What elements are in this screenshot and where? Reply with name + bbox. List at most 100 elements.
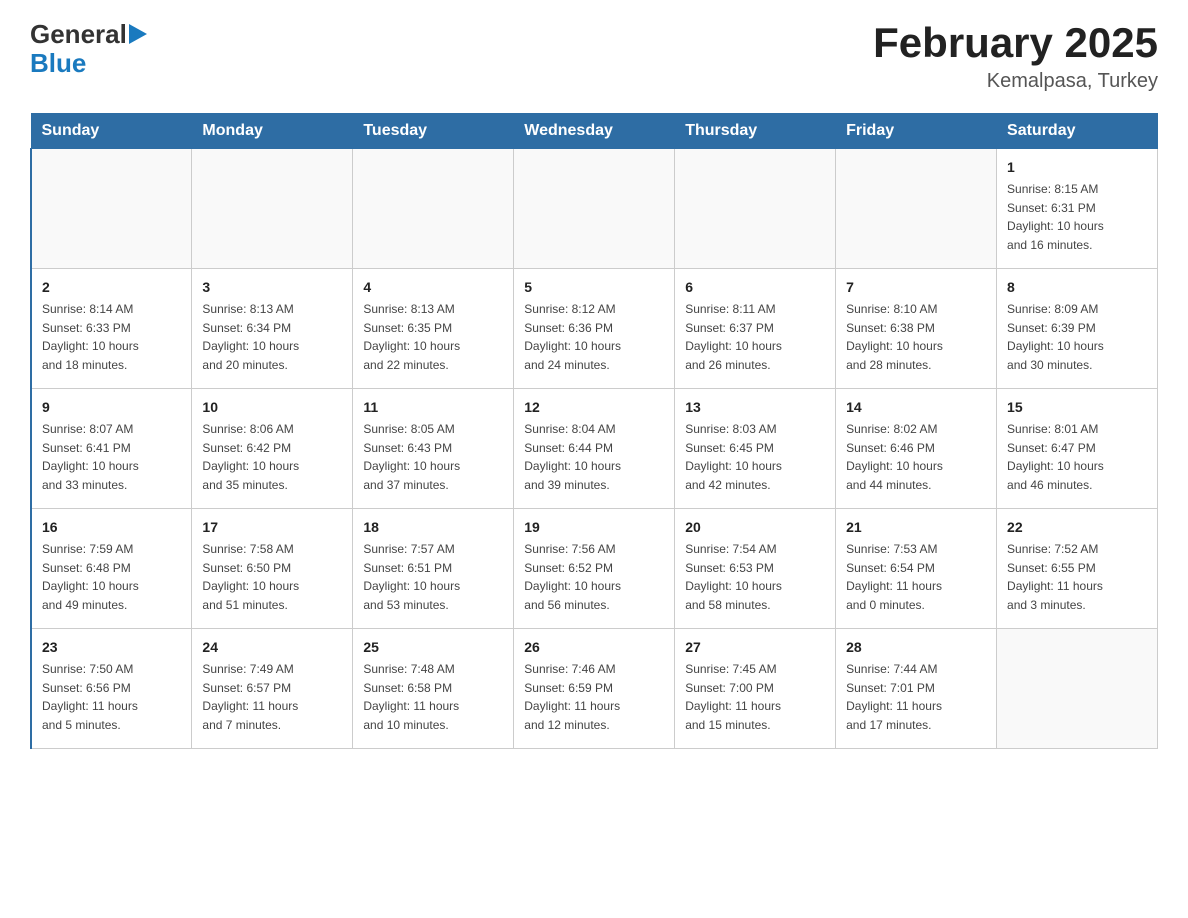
calendar-week-row: 9Sunrise: 8:07 AMSunset: 6:41 PMDaylight… bbox=[31, 389, 1158, 509]
col-wednesday: Wednesday bbox=[514, 114, 675, 149]
day-number: 18 bbox=[363, 517, 503, 538]
day-number: 6 bbox=[685, 277, 825, 298]
table-row: 26Sunrise: 7:46 AMSunset: 6:59 PMDayligh… bbox=[514, 629, 675, 749]
day-number: 25 bbox=[363, 637, 503, 658]
day-info: Sunrise: 7:45 AMSunset: 7:00 PMDaylight:… bbox=[685, 660, 825, 734]
table-row: 22Sunrise: 7:52 AMSunset: 6:55 PMDayligh… bbox=[997, 509, 1158, 629]
day-info: Sunrise: 8:05 AMSunset: 6:43 PMDaylight:… bbox=[363, 420, 503, 494]
calendar-week-row: 1Sunrise: 8:15 AMSunset: 6:31 PMDaylight… bbox=[31, 149, 1158, 269]
day-number: 27 bbox=[685, 637, 825, 658]
calendar-week-row: 2Sunrise: 8:14 AMSunset: 6:33 PMDaylight… bbox=[31, 269, 1158, 389]
calendar-week-row: 23Sunrise: 7:50 AMSunset: 6:56 PMDayligh… bbox=[31, 629, 1158, 749]
day-info: Sunrise: 8:06 AMSunset: 6:42 PMDaylight:… bbox=[202, 420, 342, 494]
table-row: 12Sunrise: 8:04 AMSunset: 6:44 PMDayligh… bbox=[514, 389, 675, 509]
col-tuesday: Tuesday bbox=[353, 114, 514, 149]
day-number: 22 bbox=[1007, 517, 1147, 538]
day-number: 24 bbox=[202, 637, 342, 658]
calendar-subtitle: Kemalpasa, Turkey bbox=[873, 70, 1158, 93]
table-row: 5Sunrise: 8:12 AMSunset: 6:36 PMDaylight… bbox=[514, 269, 675, 389]
day-number: 10 bbox=[202, 397, 342, 418]
day-info: Sunrise: 7:59 AMSunset: 6:48 PMDaylight:… bbox=[42, 540, 181, 614]
col-friday: Friday bbox=[836, 114, 997, 149]
day-number: 17 bbox=[202, 517, 342, 538]
day-info: Sunrise: 7:50 AMSunset: 6:56 PMDaylight:… bbox=[42, 660, 181, 734]
table-row: 8Sunrise: 8:09 AMSunset: 6:39 PMDaylight… bbox=[997, 269, 1158, 389]
table-row: 18Sunrise: 7:57 AMSunset: 6:51 PMDayligh… bbox=[353, 509, 514, 629]
day-number: 21 bbox=[846, 517, 986, 538]
day-number: 23 bbox=[42, 637, 181, 658]
day-info: Sunrise: 7:57 AMSunset: 6:51 PMDaylight:… bbox=[363, 540, 503, 614]
day-number: 12 bbox=[524, 397, 664, 418]
table-row: 27Sunrise: 7:45 AMSunset: 7:00 PMDayligh… bbox=[675, 629, 836, 749]
table-row: 10Sunrise: 8:06 AMSunset: 6:42 PMDayligh… bbox=[192, 389, 353, 509]
day-info: Sunrise: 7:52 AMSunset: 6:55 PMDaylight:… bbox=[1007, 540, 1147, 614]
table-row bbox=[192, 149, 353, 269]
table-row: 25Sunrise: 7:48 AMSunset: 6:58 PMDayligh… bbox=[353, 629, 514, 749]
day-number: 26 bbox=[524, 637, 664, 658]
day-info: Sunrise: 8:14 AMSunset: 6:33 PMDaylight:… bbox=[42, 300, 181, 374]
title-area: February 2025 Kemalpasa, Turkey bbox=[873, 20, 1158, 93]
calendar-title: February 2025 bbox=[873, 20, 1158, 66]
day-number: 1 bbox=[1007, 157, 1147, 178]
col-thursday: Thursday bbox=[675, 114, 836, 149]
logo-blue: Blue bbox=[30, 48, 86, 78]
table-row: 24Sunrise: 7:49 AMSunset: 6:57 PMDayligh… bbox=[192, 629, 353, 749]
day-info: Sunrise: 7:46 AMSunset: 6:59 PMDaylight:… bbox=[524, 660, 664, 734]
day-info: Sunrise: 7:53 AMSunset: 6:54 PMDaylight:… bbox=[846, 540, 986, 614]
day-number: 15 bbox=[1007, 397, 1147, 418]
day-info: Sunrise: 8:10 AMSunset: 6:38 PMDaylight:… bbox=[846, 300, 986, 374]
table-row: 9Sunrise: 8:07 AMSunset: 6:41 PMDaylight… bbox=[31, 389, 192, 509]
day-number: 11 bbox=[363, 397, 503, 418]
table-row: 15Sunrise: 8:01 AMSunset: 6:47 PMDayligh… bbox=[997, 389, 1158, 509]
table-row: 14Sunrise: 8:02 AMSunset: 6:46 PMDayligh… bbox=[836, 389, 997, 509]
day-info: Sunrise: 7:44 AMSunset: 7:01 PMDaylight:… bbox=[846, 660, 986, 734]
day-info: Sunrise: 8:09 AMSunset: 6:39 PMDaylight:… bbox=[1007, 300, 1147, 374]
page-header: General Blue February 2025 Kemalpasa, Tu… bbox=[30, 20, 1158, 93]
day-number: 8 bbox=[1007, 277, 1147, 298]
day-info: Sunrise: 8:13 AMSunset: 6:35 PMDaylight:… bbox=[363, 300, 503, 374]
table-row: 20Sunrise: 7:54 AMSunset: 6:53 PMDayligh… bbox=[675, 509, 836, 629]
table-row: 21Sunrise: 7:53 AMSunset: 6:54 PMDayligh… bbox=[836, 509, 997, 629]
table-row: 28Sunrise: 7:44 AMSunset: 7:01 PMDayligh… bbox=[836, 629, 997, 749]
day-info: Sunrise: 8:13 AMSunset: 6:34 PMDaylight:… bbox=[202, 300, 342, 374]
table-row: 11Sunrise: 8:05 AMSunset: 6:43 PMDayligh… bbox=[353, 389, 514, 509]
calendar-header-row: Sunday Monday Tuesday Wednesday Thursday… bbox=[31, 114, 1158, 149]
day-info: Sunrise: 8:01 AMSunset: 6:47 PMDaylight:… bbox=[1007, 420, 1147, 494]
logo-arrow-icon bbox=[129, 24, 147, 44]
col-saturday: Saturday bbox=[997, 114, 1158, 149]
day-info: Sunrise: 8:07 AMSunset: 6:41 PMDaylight:… bbox=[42, 420, 181, 494]
table-row: 4Sunrise: 8:13 AMSunset: 6:35 PMDaylight… bbox=[353, 269, 514, 389]
day-info: Sunrise: 7:49 AMSunset: 6:57 PMDaylight:… bbox=[202, 660, 342, 734]
table-row bbox=[514, 149, 675, 269]
day-number: 4 bbox=[363, 277, 503, 298]
day-number: 9 bbox=[42, 397, 181, 418]
table-row bbox=[997, 629, 1158, 749]
table-row: 23Sunrise: 7:50 AMSunset: 6:56 PMDayligh… bbox=[31, 629, 192, 749]
col-sunday: Sunday bbox=[31, 114, 192, 149]
calendar-table: Sunday Monday Tuesday Wednesday Thursday… bbox=[30, 113, 1158, 749]
day-info: Sunrise: 8:02 AMSunset: 6:46 PMDaylight:… bbox=[846, 420, 986, 494]
day-number: 5 bbox=[524, 277, 664, 298]
logo: General Blue bbox=[30, 20, 147, 77]
table-row: 3Sunrise: 8:13 AMSunset: 6:34 PMDaylight… bbox=[192, 269, 353, 389]
table-row: 2Sunrise: 8:14 AMSunset: 6:33 PMDaylight… bbox=[31, 269, 192, 389]
table-row: 17Sunrise: 7:58 AMSunset: 6:50 PMDayligh… bbox=[192, 509, 353, 629]
day-info: Sunrise: 8:11 AMSunset: 6:37 PMDaylight:… bbox=[685, 300, 825, 374]
day-info: Sunrise: 7:48 AMSunset: 6:58 PMDaylight:… bbox=[363, 660, 503, 734]
table-row: 16Sunrise: 7:59 AMSunset: 6:48 PMDayligh… bbox=[31, 509, 192, 629]
table-row bbox=[836, 149, 997, 269]
day-number: 7 bbox=[846, 277, 986, 298]
day-info: Sunrise: 8:15 AMSunset: 6:31 PMDaylight:… bbox=[1007, 180, 1147, 254]
table-row: 13Sunrise: 8:03 AMSunset: 6:45 PMDayligh… bbox=[675, 389, 836, 509]
day-info: Sunrise: 7:58 AMSunset: 6:50 PMDaylight:… bbox=[202, 540, 342, 614]
day-number: 20 bbox=[685, 517, 825, 538]
table-row: 19Sunrise: 7:56 AMSunset: 6:52 PMDayligh… bbox=[514, 509, 675, 629]
calendar-week-row: 16Sunrise: 7:59 AMSunset: 6:48 PMDayligh… bbox=[31, 509, 1158, 629]
day-info: Sunrise: 8:04 AMSunset: 6:44 PMDaylight:… bbox=[524, 420, 664, 494]
day-info: Sunrise: 7:56 AMSunset: 6:52 PMDaylight:… bbox=[524, 540, 664, 614]
day-number: 14 bbox=[846, 397, 986, 418]
table-row: 1Sunrise: 8:15 AMSunset: 6:31 PMDaylight… bbox=[997, 149, 1158, 269]
day-number: 16 bbox=[42, 517, 181, 538]
col-monday: Monday bbox=[192, 114, 353, 149]
table-row: 7Sunrise: 8:10 AMSunset: 6:38 PMDaylight… bbox=[836, 269, 997, 389]
